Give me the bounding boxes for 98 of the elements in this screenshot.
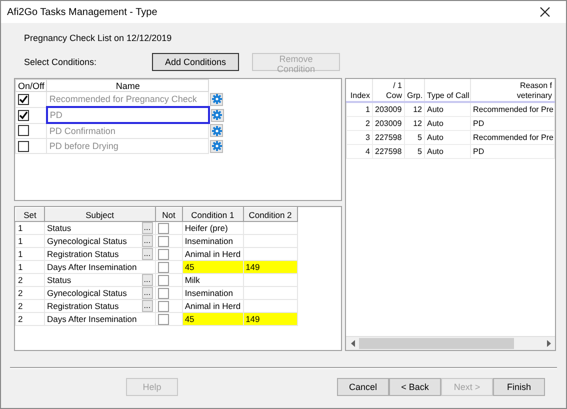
table-cell: 1 — [16, 234, 44, 248]
table-cell: PD — [470, 116, 554, 130]
column-header: Name — [46, 80, 209, 92]
table-cell: Auto — [424, 130, 470, 144]
table-cell: 203009 — [372, 102, 404, 116]
settings-button[interactable] — [210, 108, 224, 122]
checkbox[interactable] — [158, 248, 169, 260]
column-header: Reason f — [518, 81, 552, 91]
table-cell: 2 — [346, 116, 372, 130]
column-header: Set — [16, 208, 44, 222]
column-header: Condition 2 — [243, 208, 298, 222]
table-cell: 2 — [16, 286, 44, 300]
picker-button[interactable]: ... — [142, 235, 153, 247]
table-cell: 1 — [16, 222, 44, 234]
table-cell: 3 — [346, 130, 372, 144]
picker-button[interactable]: ... — [142, 300, 153, 312]
table-cell: Insemination — [182, 286, 244, 300]
table-cell: Days After Insemination — [46, 262, 137, 272]
table-cell: Recommended for Pre — [470, 130, 554, 144]
checkbox[interactable] — [158, 274, 169, 286]
table-cell: 1 — [16, 260, 44, 274]
checkbox[interactable] — [18, 94, 29, 105]
table-cell: 5 — [404, 144, 424, 158]
horizontal-scrollbar[interactable] — [346, 336, 555, 350]
table-cell: Days After Insemination — [46, 314, 137, 324]
checkbox[interactable] — [158, 300, 169, 312]
column-header: Index — [349, 91, 370, 101]
dialog-button[interactable]: Add Conditions — [152, 53, 239, 71]
dialog-button[interactable]: Finish — [493, 378, 545, 396]
table-cell: 227598 — [372, 144, 404, 158]
picker-button[interactable]: ... — [142, 274, 153, 286]
table-cell: 1 — [346, 102, 372, 116]
scroll-thumb[interactable] — [359, 338, 514, 349]
condition-name[interactable]: PD — [46, 107, 209, 123]
column-header: Cow — [384, 91, 402, 101]
table-cell: 2 — [16, 300, 44, 312]
table-cell: Status — [46, 223, 72, 233]
checkbox[interactable] — [158, 236, 169, 246]
table-cell: 149 — [246, 314, 260, 324]
condition-name[interactable]: PD Confirmation — [46, 123, 209, 138]
window-title: Afi2Go Tasks Management - Type — [7, 6, 158, 18]
table-cell: Gynecological Status — [46, 288, 127, 298]
column-header: veterinary — [516, 91, 552, 101]
table-cell: Auto — [424, 116, 470, 130]
table-cell: PD — [470, 144, 554, 158]
checkbox[interactable] — [158, 288, 169, 298]
gear-icon — [212, 110, 222, 120]
select-label: Select Conditions: — [24, 57, 98, 67]
column-header: Grp. — [407, 91, 422, 101]
checkbox[interactable] — [158, 314, 169, 324]
table-cell: Registration Status — [46, 301, 119, 311]
gear-icon — [212, 141, 222, 151]
table-cell: Heifer (pre) — [182, 222, 244, 234]
checkbox[interactable] — [18, 140, 29, 152]
table-cell: Insemination — [182, 234, 244, 248]
table-cell: 5 — [404, 130, 424, 144]
checkbox[interactable] — [158, 222, 169, 234]
column-header: / 1 — [392, 81, 402, 91]
table-cell: 1 — [16, 248, 44, 260]
table-cell: 45 — [182, 312, 244, 326]
picker-button[interactable]: ... — [142, 222, 153, 234]
table-cell: 2 — [16, 312, 44, 326]
table-cell: 2 — [16, 274, 44, 286]
table-cell: Milk — [182, 274, 244, 286]
table-cell: Auto — [424, 102, 470, 116]
dialog-button[interactable]: < Back — [389, 378, 441, 396]
column-header: Condition 1 — [182, 208, 244, 222]
table-cell: 12 — [404, 116, 424, 130]
left-arrow-icon — [350, 340, 354, 347]
table-cell: 4 — [346, 144, 372, 158]
table-cell: 45 — [182, 260, 244, 274]
close-icon — [540, 7, 550, 17]
right-arrow-icon — [546, 340, 550, 347]
table-cell: 12 — [404, 102, 424, 116]
column-header: On/Off — [16, 80, 47, 92]
settings-button[interactable] — [210, 124, 224, 138]
table-cell: 227598 — [372, 130, 404, 144]
settings-button[interactable] — [210, 140, 224, 152]
settings-button[interactable] — [210, 92, 224, 106]
column-header: Type of Call — [427, 91, 468, 101]
table-cell: Status — [46, 275, 72, 285]
list-heading: Pregnancy Check List on 12/12/2019 — [24, 33, 173, 45]
checkbox[interactable] — [158, 262, 169, 272]
checkbox[interactable] — [18, 110, 29, 120]
table-cell: 149 — [246, 262, 260, 272]
column-header: Subject — [44, 208, 156, 222]
checkbox[interactable] — [18, 125, 29, 136]
table-cell: Gynecological Status — [46, 236, 127, 246]
picker-button[interactable]: ... — [142, 287, 153, 299]
table-cell: Recommended for Pre — [470, 102, 554, 116]
gear-icon — [212, 126, 222, 136]
gear-icon — [212, 94, 222, 104]
table-cell: Auto — [424, 144, 470, 158]
table-cell: Registration Status — [46, 249, 119, 259]
table-cell: 203009 — [372, 116, 404, 130]
column-header: Not — [155, 208, 182, 222]
picker-button[interactable]: ... — [142, 248, 153, 260]
dialog-button[interactable]: Cancel — [337, 378, 389, 396]
